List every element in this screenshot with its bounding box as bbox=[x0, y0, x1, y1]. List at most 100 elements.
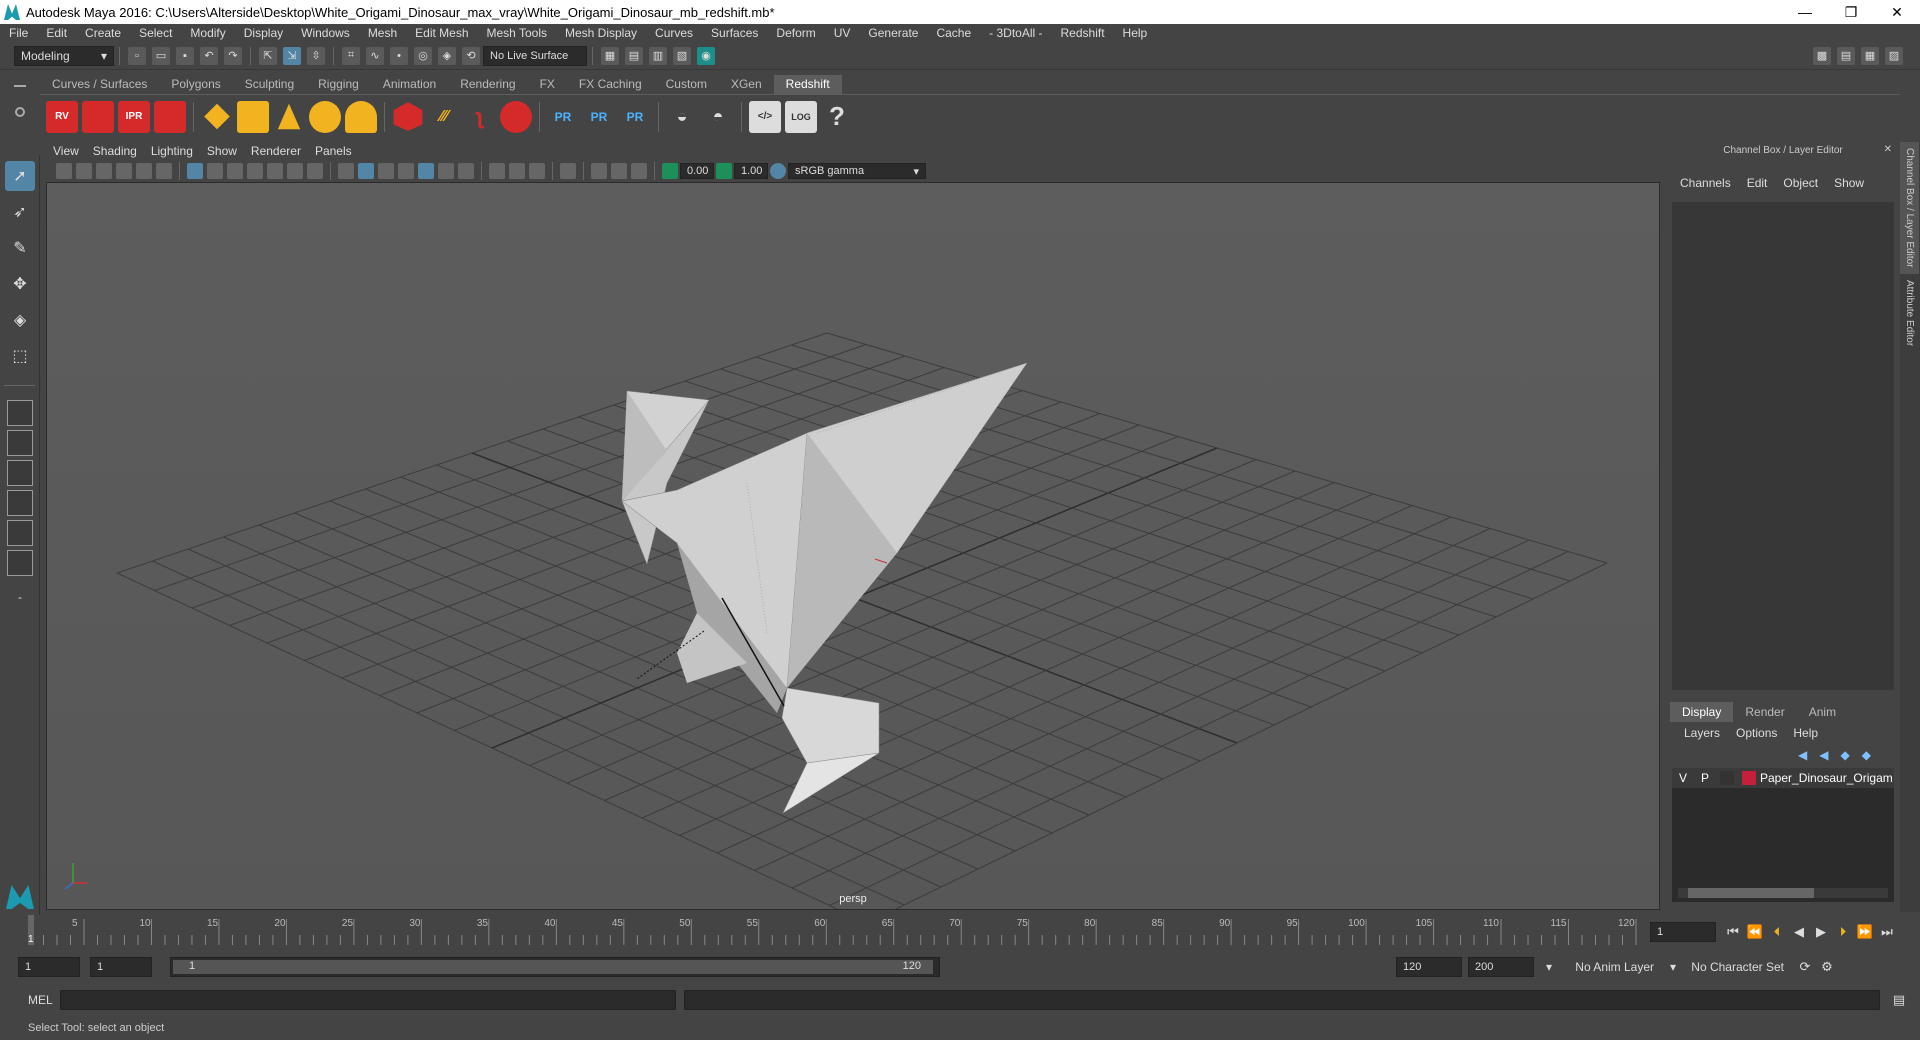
restore-button[interactable]: ❐ bbox=[1828, 0, 1874, 24]
channel-menu-object[interactable]: Object bbox=[1775, 174, 1826, 192]
layer-visibility-toggle[interactable]: V bbox=[1672, 771, 1694, 785]
more-layouts-icon[interactable]: - bbox=[5, 582, 35, 612]
colorspace-dropdown[interactable]: sRGB gamma ▾ bbox=[788, 163, 926, 179]
film-gate-icon[interactable] bbox=[207, 163, 223, 179]
play-forwards-icon[interactable]: ▶ bbox=[1810, 922, 1832, 942]
move-layer-down-icon[interactable]: ◀ bbox=[1819, 748, 1828, 762]
snap-curve-icon[interactable]: ∿ bbox=[366, 46, 384, 65]
layer-tab-render[interactable]: Render bbox=[1733, 702, 1796, 722]
animation-start-field[interactable]: 1 bbox=[18, 957, 80, 977]
wireframe-on-shaded-icon[interactable] bbox=[378, 163, 394, 179]
use-all-lights-icon[interactable] bbox=[418, 163, 434, 179]
menu-edit-mesh[interactable]: Edit Mesh bbox=[406, 24, 477, 42]
image-plane-icon[interactable] bbox=[116, 163, 132, 179]
outliner-persp-graph-layout-icon[interactable] bbox=[7, 520, 33, 546]
redo-icon[interactable]: ↷ bbox=[224, 46, 242, 65]
select-tool-icon[interactable]: ➚ bbox=[5, 161, 35, 191]
time-slider[interactable]: 1 5 10 15 20 25 30 35 40 45 50 55 60 65 70 75 80 85 90 95 10… bbox=[24, 915, 1644, 945]
channel-box-toggle-icon[interactable]: ▨ bbox=[1885, 46, 1903, 65]
shelf-tab-rigging[interactable]: Rigging bbox=[306, 75, 371, 94]
redshift-pr-export-icon[interactable]: PR bbox=[583, 101, 615, 133]
menu-edit[interactable]: Edit bbox=[37, 24, 76, 42]
channel-menu-channels[interactable]: Channels bbox=[1672, 174, 1739, 192]
menu-generate[interactable]: Generate bbox=[859, 24, 927, 42]
xray-icon[interactable] bbox=[591, 163, 607, 179]
smooth-shade-icon[interactable] bbox=[358, 163, 374, 179]
go-to-start-icon[interactable]: ⏮ bbox=[1722, 922, 1744, 942]
snap-grid-icon[interactable]: ⌗ bbox=[342, 46, 360, 65]
snap-surface-icon[interactable]: ◈ bbox=[438, 46, 456, 65]
layer-playback-toggle[interactable]: P bbox=[1694, 771, 1716, 785]
shelf-tab-sculpting[interactable]: Sculpting bbox=[233, 75, 306, 94]
safe-title-icon[interactable] bbox=[307, 163, 323, 179]
rotate-tool-icon[interactable]: ◈ bbox=[5, 305, 35, 335]
redshift-pr-icon[interactable]: PR bbox=[547, 101, 579, 133]
xray-components-icon[interactable] bbox=[631, 163, 647, 179]
textured-icon[interactable] bbox=[398, 163, 414, 179]
snap-point-icon[interactable]: • bbox=[390, 46, 408, 65]
menu-create[interactable]: Create bbox=[76, 24, 130, 42]
script-language-label[interactable]: MEL bbox=[0, 993, 60, 1007]
menu-windows[interactable]: Windows bbox=[292, 24, 359, 42]
script-editor-icon[interactable]: ▤ bbox=[1888, 990, 1910, 1010]
layer-horizontal-scrollbar[interactable] bbox=[1678, 888, 1888, 898]
redshift-pr-convert-icon[interactable]: PR bbox=[619, 101, 651, 133]
redshift-log-icon[interactable]: LOG bbox=[785, 100, 817, 133]
modeling-toolkit-icon[interactable]: ▩ bbox=[1813, 46, 1831, 65]
help-icon[interactable]: ? bbox=[821, 101, 853, 133]
attribute-editor-side-tab[interactable]: Attribute Editor bbox=[1900, 274, 1919, 352]
redshift-settings-icon[interactable] bbox=[154, 100, 186, 133]
redshift-script-editor-icon[interactable]: </> bbox=[749, 100, 781, 133]
menu-mesh-display[interactable]: Mesh Display bbox=[556, 24, 646, 42]
shelf-tab-polygons[interactable]: Polygons bbox=[159, 75, 232, 94]
perspective-viewport[interactable]: persp bbox=[46, 182, 1660, 910]
new-layer-icon[interactable]: ◆ bbox=[1840, 748, 1849, 762]
persp-graph-layout-icon[interactable] bbox=[7, 490, 33, 516]
scrollbar-thumb[interactable] bbox=[1688, 888, 1814, 898]
shelf-tab-xgen[interactable]: XGen bbox=[719, 75, 774, 94]
menu-redshift[interactable]: Redshift bbox=[1052, 24, 1114, 42]
redshift-curve-icon[interactable]: ʅ bbox=[464, 101, 496, 133]
layer-tab-anim[interactable]: Anim bbox=[1797, 702, 1848, 722]
field-chart-icon[interactable] bbox=[267, 163, 283, 179]
channel-box-side-tab[interactable]: Channel Box / Layer Editor bbox=[1900, 142, 1919, 274]
redshift-portal-light-icon[interactable] bbox=[237, 100, 269, 133]
exposure-field[interactable]: 0.00 bbox=[680, 163, 714, 179]
menu-uv[interactable]: UV bbox=[825, 24, 860, 42]
close-button[interactable]: ✕ bbox=[1874, 0, 1920, 24]
range-slider[interactable]: 1 120 bbox=[170, 957, 940, 977]
redshift-hair-icon[interactable]: ⁄⁄⁄ bbox=[428, 101, 460, 133]
redshift-area-light-icon[interactable] bbox=[204, 103, 230, 130]
menu-cache[interactable]: Cache bbox=[927, 24, 980, 42]
shelf-tab-redshift[interactable]: Redshift bbox=[773, 75, 842, 94]
safe-action-icon[interactable] bbox=[287, 163, 303, 179]
screen-space-ao-icon[interactable] bbox=[458, 163, 474, 179]
bookmark-icon[interactable] bbox=[96, 163, 112, 179]
scale-tool-icon[interactable]: ⬚ bbox=[5, 341, 35, 371]
redshift-sphere-icon[interactable] bbox=[500, 100, 532, 133]
shelf-tab-curves-surfaces[interactable]: Curves / Surfaces bbox=[40, 75, 159, 94]
gamma-field[interactable]: 1.00 bbox=[734, 163, 768, 179]
viewport-menu-shading[interactable]: Shading bbox=[86, 144, 144, 158]
snap-view-icon[interactable]: ◎ bbox=[414, 46, 432, 65]
four-view-layout-icon[interactable] bbox=[7, 430, 33, 456]
menu-deform[interactable]: Deform bbox=[767, 24, 824, 42]
grease-pencil-icon[interactable] bbox=[156, 163, 172, 179]
shelf-tab-animation[interactable]: Animation bbox=[371, 75, 448, 94]
playback-start-field[interactable]: 1 bbox=[90, 957, 152, 977]
panel-close-icon[interactable]: ✕ bbox=[1884, 144, 1892, 155]
viewport-menu-panels[interactable]: Panels bbox=[308, 144, 359, 158]
range-slider-handle[interactable] bbox=[173, 960, 933, 974]
viewport-menu-show[interactable]: Show bbox=[200, 144, 244, 158]
layer-row[interactable]: V P Paper_Dinosaur_Origam bbox=[1672, 768, 1894, 788]
2d-pan-zoom-icon[interactable] bbox=[136, 163, 152, 179]
layer-name[interactable]: Paper_Dinosaur_Origam bbox=[1760, 771, 1893, 785]
undo-icon[interactable]: ↶ bbox=[200, 46, 218, 65]
select-hierarchy-icon[interactable]: ⇱ bbox=[259, 46, 277, 65]
menu-surfaces[interactable]: Surfaces bbox=[702, 24, 767, 42]
step-forward-key-icon[interactable]: ⏩ bbox=[1854, 922, 1876, 942]
playback-end-field[interactable]: 120 bbox=[1396, 957, 1462, 977]
redshift-proxy-icon[interactable] bbox=[393, 102, 423, 131]
animation-preferences-icon[interactable]: ⚙ bbox=[1816, 957, 1838, 977]
move-tool-icon[interactable]: ✥ bbox=[5, 269, 35, 299]
